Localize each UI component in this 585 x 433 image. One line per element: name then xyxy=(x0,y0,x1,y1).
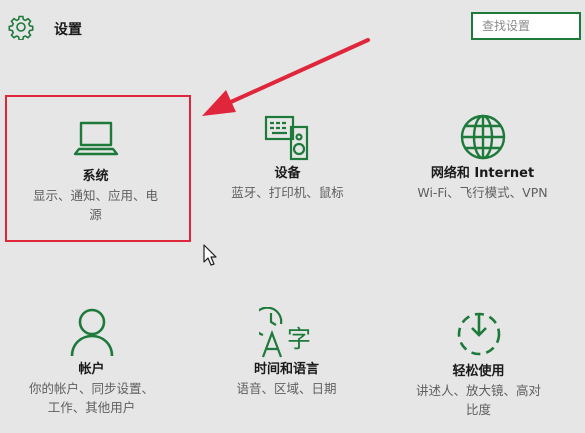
tile-system[interactable]: 系统 显示、通知、应用、电 源 xyxy=(8,118,183,224)
svg-text:字: 字 xyxy=(287,325,311,353)
ease-of-access-icon xyxy=(457,312,500,356)
time-language-icon: 字 xyxy=(258,307,311,358)
search-box[interactable] xyxy=(471,12,581,40)
tile-description: 语音、区域、日期 xyxy=(236,381,337,396)
annotation-arrow-icon xyxy=(202,38,370,116)
tile-label: 设备 xyxy=(274,166,301,181)
tile-description: 蓝牙、打印机、鼠标 xyxy=(231,185,344,200)
tile-ease-of-access[interactable]: 轻松使用 讲述人、放大镜、高对 比度 xyxy=(391,309,566,419)
tile-label: 时间和语言 xyxy=(253,362,319,377)
globe-icon xyxy=(460,114,505,160)
tile-description: 显示、通知、应用、电 源 xyxy=(32,188,158,222)
tile-time-language[interactable]: 字 时间和语言 语音、区域、日期 xyxy=(199,307,374,398)
tile-label: 网络和 Internet xyxy=(430,166,535,181)
tile-description: 讲述人、放大镜、高对 比度 xyxy=(415,383,541,417)
tile-description: 你的帐户、同步设置、 工作、其他用户 xyxy=(28,381,154,415)
mouse-cursor-icon xyxy=(203,244,217,266)
search-input[interactable] xyxy=(473,14,579,38)
gear-icon xyxy=(8,15,34,40)
tile-description: Wi-Fi、飞行模式、VPN xyxy=(417,185,548,200)
tile-label: 系统 xyxy=(82,169,109,184)
tile-accounts[interactable]: 帐户 你的帐户、同步设置、 工作、其他用户 xyxy=(4,307,179,417)
laptop-icon xyxy=(73,121,118,156)
page-title: 设置 xyxy=(54,22,82,38)
tile-label: 帐户 xyxy=(78,362,105,377)
person-icon xyxy=(70,308,113,357)
tile-network[interactable]: 网络和 Internet Wi-Fi、飞行模式、VPN xyxy=(395,113,570,202)
tile-label: 轻松使用 xyxy=(452,364,505,379)
